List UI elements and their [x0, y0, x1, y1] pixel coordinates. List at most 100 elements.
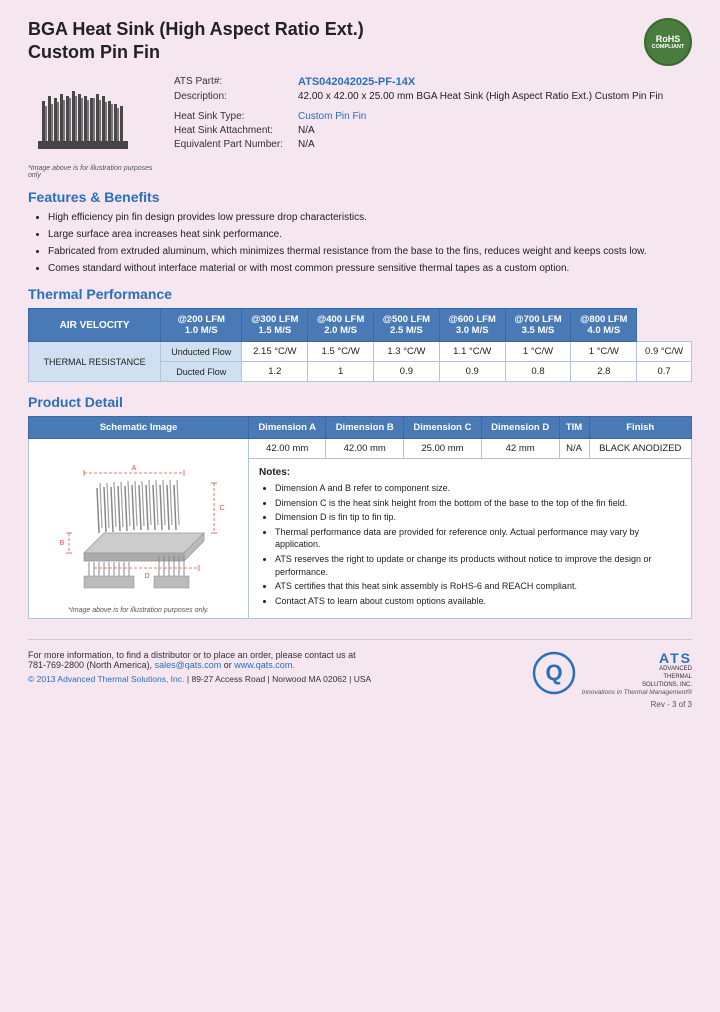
dim-d-value: 42 mm — [481, 439, 559, 459]
header-area: BGA Heat Sink (High Aspect Ratio Ext.) C… — [28, 18, 692, 66]
col-800lfm: @800 LFM4.0 M/S — [571, 309, 637, 342]
footer-or: or — [224, 660, 232, 670]
ducted-600: 0.8 — [505, 362, 571, 382]
contact-text: For more information, to find a distribu… — [28, 650, 356, 660]
features-list: High efficiency pin fin design provides … — [48, 211, 692, 276]
ducted-800: 0.7 — [637, 362, 692, 382]
part-number-value: ATS042042025-PF-14X — [298, 76, 415, 88]
part-number-row: ATS Part#: ATS042042025-PF-14X — [174, 76, 692, 88]
note-1: Dimension A and B refer to component siz… — [275, 482, 681, 495]
schematic-note: *Image above is for illustration purpose… — [68, 607, 209, 614]
attachment-value: N/A — [298, 125, 315, 136]
svg-text:C: C — [219, 505, 224, 512]
compliant-text: COMPLIANT — [652, 44, 685, 50]
product-image-note: *Image above is for illustration purpose… — [28, 165, 158, 179]
notes-cell: Notes: Dimension A and B refer to compon… — [249, 459, 692, 619]
dim-a-value: 42.00 mm — [249, 439, 326, 459]
col-300lfm: @300 LFM1.5 M/S — [242, 309, 308, 342]
page-number: Rev - 3 of 3 — [532, 700, 692, 709]
footer-right: Q ATS ADVANCEDTHERMALSOLUTIONS, INC. Inn… — [532, 650, 692, 709]
type-row: Heat Sink Type: Custom Pin Fin — [174, 111, 692, 122]
attachment-row: Heat Sink Attachment: N/A — [174, 125, 692, 136]
finish-header: Finish — [589, 417, 692, 439]
dim-a-header: Dimension A — [249, 417, 326, 439]
dim-c-header: Dimension C — [404, 417, 482, 439]
type-label: Heat Sink Type: — [174, 111, 294, 122]
air-velocity-header: AIR VELOCITY — [29, 309, 161, 342]
svg-text:B: B — [59, 540, 64, 547]
page: BGA Heat Sink (High Aspect Ratio Ext.) C… — [0, 0, 720, 1012]
footer: For more information, to find a distribu… — [28, 639, 692, 709]
col-200lfm: @200 LFM1.0 M/S — [161, 309, 242, 342]
feature-item-1: High efficiency pin fin design provides … — [48, 211, 692, 225]
type-value: Custom Pin Fin — [298, 111, 366, 122]
footer-logo: Q ATS ADVANCEDTHERMALSOLUTIONS, INC. Inn… — [532, 650, 692, 696]
product-detail-title: Product Detail — [28, 394, 692, 410]
feature-item-4: Comes standard without interface materia… — [48, 262, 692, 276]
main-title: BGA Heat Sink (High Aspect Ratio Ext.) C… — [28, 18, 364, 65]
schematic-cell: A B C — [29, 439, 249, 619]
note-7: Contact ATS to learn about custom option… — [275, 595, 681, 608]
dimensions-row: A B C — [29, 439, 692, 459]
description-row: Description: 42.00 x 42.00 x 25.00 mm BG… — [174, 91, 692, 102]
footer-phone: 781-769-2800 (North America), — [28, 660, 152, 670]
tim-header: TIM — [559, 417, 589, 439]
finish-value: BLACK ANODIZED — [589, 439, 692, 459]
note-3: Dimension D is fin tip to fin tip. — [275, 511, 681, 524]
desc-value: 42.00 x 42.00 x 25.00 mm BGA Heat Sink (… — [298, 91, 663, 102]
product-details-table: ATS Part#: ATS042042025-PF-14X Descripti… — [174, 76, 692, 179]
unducted-row: THERMAL RESISTANCE Unducted Flow 2.15 °C… — [29, 342, 692, 362]
col-400lfm: @400 LFM2.0 M/S — [308, 309, 374, 342]
ducted-500: 0.9 — [439, 362, 505, 382]
ducted-400: 0.9 — [374, 362, 440, 382]
product-detail-table: Schematic Image Dimension A Dimension B … — [28, 416, 692, 619]
rohs-badge: RoHS COMPLIANT — [644, 18, 692, 66]
ats-name: ATS — [582, 650, 692, 666]
dim-b-value: 42.00 mm — [326, 439, 404, 459]
equiv-row: Equivalent Part Number: N/A — [174, 139, 692, 150]
unducted-label: Unducted Flow — [161, 342, 242, 362]
feature-item-3: Fabricated from extruded aluminum, which… — [48, 245, 692, 259]
footer-left: For more information, to find a distribu… — [28, 650, 532, 684]
heatsink-image — [28, 76, 148, 161]
svg-text:D: D — [144, 573, 149, 580]
thermal-table: AIR VELOCITY @200 LFM1.0 M/S @300 LFM1.5… — [28, 308, 692, 382]
footer-address: | 89-27 Access Road | Norwood MA 02062 |… — [187, 674, 371, 684]
notes-title: Notes: — [259, 467, 681, 478]
schematic-container: A B C — [33, 443, 244, 614]
ducted-700: 2.8 — [571, 362, 637, 382]
ats-tagline: Innovations in Thermal Management® — [582, 689, 692, 696]
col-500lfm: @500 LFM2.5 M/S — [374, 309, 440, 342]
footer-email[interactable]: sales@qats.com — [155, 660, 222, 670]
svg-text:Q: Q — [545, 660, 562, 685]
note-5: ATS reserves the right to update or chan… — [275, 553, 681, 578]
rohs-text: RoHS — [656, 34, 681, 44]
unducted-200: 2.15 °C/W — [242, 342, 308, 362]
note-6: ATS certifies that this heat sink assemb… — [275, 580, 681, 593]
dim-d-header: Dimension D — [481, 417, 559, 439]
equiv-label: Equivalent Part Number: — [174, 139, 294, 150]
feature-item-2: Large surface area increases heat sink p… — [48, 228, 692, 242]
unducted-300: 1.5 °C/W — [308, 342, 374, 362]
footer-copyright-area: © 2013 Advanced Thermal Solutions, Inc. … — [28, 674, 532, 684]
ats-text-block: ATS ADVANCEDTHERMALSOLUTIONS, INC. Innov… — [582, 650, 692, 696]
title-line1: BGA Heat Sink (High Aspect Ratio Ext.) — [28, 18, 364, 41]
ats-q-logo: Q — [532, 651, 576, 695]
unducted-600: 1 °C/W — [505, 342, 571, 362]
unducted-400: 1.3 °C/W — [374, 342, 440, 362]
ducted-200: 1.2 — [242, 362, 308, 382]
footer-contact: For more information, to find a distribu… — [28, 650, 532, 670]
notes-section: Notes: Dimension A and B refer to compon… — [249, 459, 691, 617]
product-info-section: *Image above is for illustration purpose… — [28, 76, 692, 179]
note-2: Dimension C is the heat sink height from… — [275, 497, 681, 510]
attachment-label: Heat Sink Attachment: — [174, 125, 294, 136]
col-600lfm: @600 LFM3.0 M/S — [439, 309, 505, 342]
part-label: ATS Part#: — [174, 76, 294, 87]
dim-b-header: Dimension B — [326, 417, 404, 439]
footer-website[interactable]: www.qats.com. — [234, 660, 295, 670]
dim-c-value: 25.00 mm — [404, 439, 482, 459]
note-4: Thermal performance data are provided fo… — [275, 526, 681, 551]
ducted-label: Ducted Flow — [161, 362, 242, 382]
features-title: Features & Benefits — [28, 189, 692, 205]
schematic-svg: A B C — [44, 443, 234, 603]
